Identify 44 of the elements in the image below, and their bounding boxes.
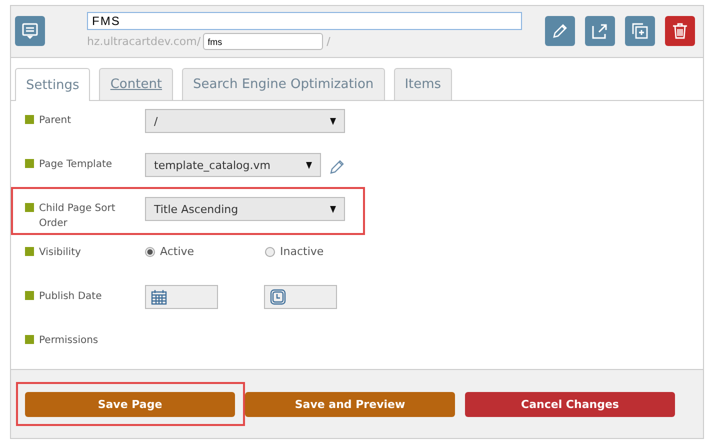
pencil-icon <box>551 22 569 40</box>
caret-icon <box>330 118 336 124</box>
clock-icon <box>270 289 286 305</box>
field-label: Child Page Sort Order <box>39 202 116 231</box>
delete-button[interactable] <box>665 16 695 46</box>
radio-option[interactable]: Inactive <box>265 241 385 258</box>
info-icon <box>25 115 34 124</box>
info-icon <box>25 335 34 344</box>
caret-icon <box>330 206 336 212</box>
field-label: Page Template <box>39 158 112 172</box>
url-prefix: hz.ultracartdev.com/ <box>87 35 201 48</box>
trash-icon <box>671 22 689 40</box>
title-field[interactable]: FMS <box>87 12 522 30</box>
calendar-icon <box>151 289 167 305</box>
info-icon <box>25 291 34 300</box>
slug-field[interactable]: fms <box>202 33 323 50</box>
url-suffix: / <box>326 35 330 48</box>
info-icon <box>25 159 34 168</box>
menu-button[interactable] <box>15 16 45 46</box>
dropdown[interactable]: Title Ascending <box>145 197 345 221</box>
field-label: Parent <box>39 114 72 128</box>
field-label: Visibility <box>39 246 81 260</box>
expand-icon <box>591 22 609 40</box>
radio-label: Active <box>160 245 194 258</box>
date-field[interactable] <box>145 285 218 309</box>
duplicate-button[interactable] <box>625 16 655 46</box>
field-label: Publish Date <box>39 290 102 304</box>
menu-icon <box>21 22 39 40</box>
action-button[interactable]: Save and Preview <box>245 392 455 416</box>
expand-button[interactable] <box>585 16 615 46</box>
radio-label: Inactive <box>280 245 324 258</box>
edit-button[interactable] <box>545 16 575 46</box>
info-icon <box>25 203 34 212</box>
tab[interactable]: Settings <box>15 68 90 101</box>
field-label: Permissions <box>39 334 98 348</box>
info-icon <box>25 247 34 256</box>
caret-icon <box>306 162 312 168</box>
dropdown[interactable]: template_catalog.vm <box>145 153 321 177</box>
radio-option[interactable]: Active <box>145 241 265 258</box>
time-field[interactable] <box>264 285 337 309</box>
action-button[interactable]: Cancel Changes <box>465 392 675 416</box>
copy-icon <box>631 22 649 40</box>
dropdown[interactable]: / <box>145 109 345 133</box>
action-button[interactable]: Save Page <box>25 392 235 416</box>
